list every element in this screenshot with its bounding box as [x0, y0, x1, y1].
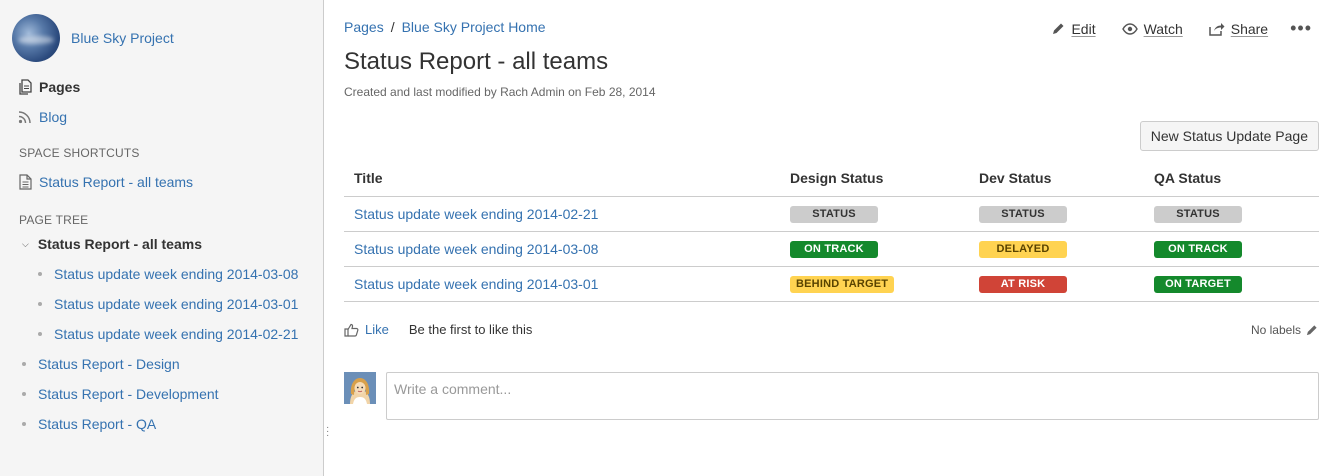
- page-tree-root[interactable]: ⌵ Status Report - all teams: [22, 236, 202, 252]
- pages-icon: [18, 79, 32, 95]
- sidebar-shortcut-label[interactable]: Status Report - all teams: [39, 174, 193, 190]
- space-header[interactable]: Blue Sky Project: [12, 14, 174, 62]
- dev-status-lozenge: STATUS: [979, 206, 1067, 223]
- page-tree-link[interactable]: Status Report - Design: [38, 356, 180, 372]
- watch-label: Watch: [1143, 20, 1183, 37]
- breadcrumb-pages[interactable]: Pages: [344, 19, 384, 35]
- edit-label: Edit: [1071, 20, 1096, 37]
- page-tree-link[interactable]: Status update week ending 2014-02-21: [54, 326, 298, 342]
- table-row: Status update week ending 2014-02-21 STAT…: [344, 196, 1319, 232]
- breadcrumb: Pages / Blue Sky Project Home: [344, 19, 546, 35]
- column-header-qa-status[interactable]: QA Status: [1144, 161, 1319, 197]
- eye-icon: [1121, 22, 1138, 35]
- qa-status-lozenge: ON TARGET: [1154, 276, 1242, 293]
- bullet-icon: [22, 392, 26, 396]
- bullet-icon: [22, 422, 26, 426]
- qa-status-lozenge: ON TRACK: [1154, 241, 1242, 258]
- page-tree-item[interactable]: Status update week ending 2014-02-21: [38, 326, 298, 342]
- design-status-cell: ON TRACK: [780, 231, 969, 267]
- page-tree-link[interactable]: Status Report - Development: [38, 386, 219, 402]
- page-tree-item[interactable]: Status Report - Development: [22, 386, 219, 402]
- blog-rss-icon: [18, 109, 32, 125]
- space-shortcuts-heading: SPACE SHORTCUTS: [19, 146, 140, 160]
- page-tree-link[interactable]: Status Report - QA: [38, 416, 156, 432]
- table-row: Status update week ending 2014-03-01 BEHI…: [344, 266, 1319, 302]
- edit-labels-pencil-icon[interactable]: [1306, 324, 1318, 336]
- like-label: Like: [365, 322, 389, 337]
- share-icon: [1208, 22, 1225, 36]
- title-cell: Status update week ending 2014-03-08: [344, 231, 780, 267]
- dev-status-lozenge: DELAYED: [979, 241, 1067, 258]
- page-tree-item[interactable]: Status Report - QA: [22, 416, 156, 432]
- comment-input[interactable]: Write a comment...: [386, 372, 1319, 420]
- dev-status-cell: DELAYED: [969, 231, 1144, 267]
- sidebar-item-label: Pages: [39, 79, 81, 95]
- page-byline: Created and last modified by Rach Admin …: [344, 85, 656, 99]
- breadcrumb-space-home[interactable]: Blue Sky Project Home: [402, 19, 546, 35]
- page-tree-item[interactable]: Status Report - Design: [22, 356, 180, 372]
- page-actions: Edit Watch Share •••: [1026, 18, 1312, 39]
- user-avatar: [344, 372, 376, 404]
- sidebar-resize-handle[interactable]: · · ·: [326, 423, 329, 441]
- space-logo[interactable]: [12, 14, 60, 62]
- table-header-row: Title Design Status Dev Status QA Status: [344, 161, 1319, 197]
- status-update-link[interactable]: Status update week ending 2014-02-21: [354, 206, 598, 222]
- share-label: Share: [1230, 20, 1269, 37]
- qa-status-cell: STATUS: [1144, 196, 1319, 232]
- bullet-icon: [38, 302, 42, 306]
- qa-status-lozenge: STATUS: [1154, 206, 1242, 223]
- title-cell: Status update week ending 2014-03-01: [344, 266, 780, 302]
- table-row: Status update week ending 2014-03-08 ON T…: [344, 231, 1319, 267]
- labels-text: No labels: [1250, 323, 1301, 337]
- space-name-link[interactable]: Blue Sky Project: [71, 30, 174, 46]
- design-status-lozenge: ON TRACK: [790, 241, 878, 258]
- sidebar-item-blog[interactable]: Blog: [18, 109, 67, 125]
- design-status-cell: BEHIND TARGET: [780, 266, 969, 302]
- bullet-icon: [22, 362, 26, 366]
- design-status-lozenge: BEHIND TARGET: [790, 276, 895, 293]
- page-tree-heading: PAGE TREE: [19, 213, 89, 227]
- status-update-link[interactable]: Status update week ending 2014-03-08: [354, 241, 598, 257]
- sidebar-shortcut-status-report[interactable]: Status Report - all teams: [18, 174, 193, 190]
- page-tree-link[interactable]: Status update week ending 2014-03-08: [54, 266, 298, 282]
- qa-status-cell: ON TRACK: [1144, 231, 1319, 267]
- like-summary: Be the first to like this: [408, 322, 533, 337]
- thumbs-up-icon: [344, 323, 359, 337]
- qa-status-cell: ON TARGET: [1144, 266, 1319, 302]
- bullet-icon: [38, 272, 42, 276]
- column-header-title[interactable]: Title: [344, 161, 780, 197]
- status-report-table: Title Design Status Dev Status QA Status…: [344, 161, 1319, 302]
- sidebar: Blue Sky Project Pages Blog SPACE SHORTC…: [0, 0, 324, 476]
- sidebar-item-pages[interactable]: Pages: [18, 79, 80, 95]
- page-title: Status Report - all teams: [344, 48, 609, 75]
- new-status-update-page-button[interactable]: New Status Update Page: [1139, 121, 1319, 151]
- edit-button[interactable]: Edit: [1052, 20, 1096, 37]
- column-header-dev-status[interactable]: Dev Status: [969, 161, 1144, 197]
- sidebar-item-label[interactable]: Blog: [39, 109, 67, 125]
- status-update-link[interactable]: Status update week ending 2014-03-01: [354, 276, 598, 292]
- breadcrumb-separator: /: [390, 19, 395, 35]
- page-icon: [18, 174, 32, 190]
- column-header-design-status[interactable]: Design Status: [780, 161, 969, 197]
- more-icon[interactable]: •••: [1290, 18, 1312, 39]
- like-button[interactable]: Like: [344, 322, 389, 337]
- design-status-lozenge: STATUS: [790, 206, 878, 223]
- chevron-down-icon[interactable]: ⌵: [22, 239, 29, 250]
- title-cell: Status update week ending 2014-02-21: [344, 196, 780, 232]
- labels-section: No labels: [1251, 323, 1318, 337]
- watch-button[interactable]: Watch: [1121, 20, 1183, 37]
- page-tree-item[interactable]: Status update week ending 2014-03-08: [38, 266, 298, 282]
- page-tree-link[interactable]: Status update week ending 2014-03-01: [54, 296, 298, 312]
- pencil-icon: [1052, 22, 1065, 35]
- dev-status-cell: AT RISK: [969, 266, 1144, 302]
- design-status-cell: STATUS: [780, 196, 969, 232]
- dev-status-lozenge: AT RISK: [979, 276, 1067, 293]
- share-button[interactable]: Share: [1208, 20, 1269, 37]
- page-tree-root-label: Status Report - all teams: [37, 236, 202, 252]
- like-bar: Like Be the first to like this: [344, 322, 532, 337]
- dev-status-cell: STATUS: [969, 196, 1144, 232]
- page-tree-item[interactable]: Status update week ending 2014-03-01: [38, 296, 298, 312]
- bullet-icon: [38, 332, 42, 336]
